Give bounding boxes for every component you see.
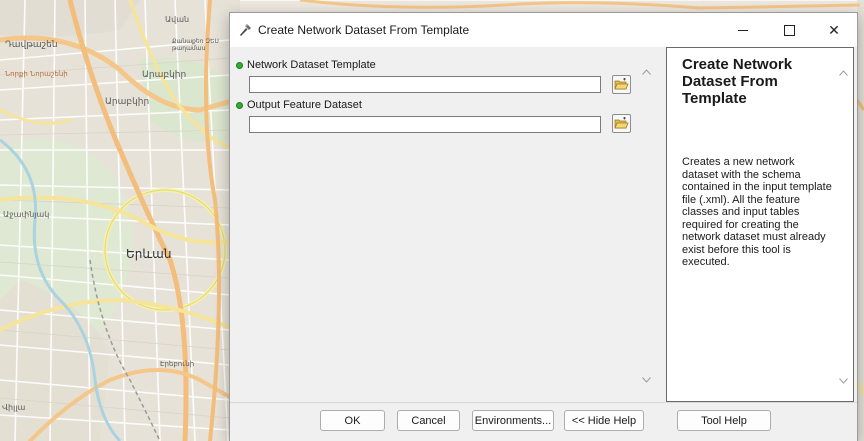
environments-button[interactable]: Environments... (472, 410, 554, 431)
map-label: Վիլլա (2, 403, 26, 412)
hammer-icon (238, 22, 254, 38)
map-label: Արաբկիր (105, 97, 150, 107)
required-indicator-icon (236, 61, 243, 69)
title-bar[interactable]: Create Network Dataset From Template ✕ (230, 13, 857, 47)
ok-button[interactable]: OK (320, 410, 385, 431)
close-icon: ✕ (828, 21, 840, 38)
parameters-scrollbar[interactable] (638, 47, 654, 400)
scroll-down-arrow-icon[interactable] (642, 377, 651, 383)
browse-output-button[interactable] (612, 114, 631, 133)
required-indicator-icon (236, 101, 243, 109)
map-label: Քանաքեռ ԶԵՍ թաղամաս (172, 38, 219, 52)
open-folder-icon (614, 78, 629, 90)
map-label: Ավան (165, 15, 190, 24)
cancel-button[interactable]: Cancel (397, 410, 460, 431)
help-scroll-up-arrow-icon[interactable] (839, 70, 848, 76)
browse-template-button[interactable] (612, 75, 631, 94)
param-label-template: Network Dataset Template (236, 59, 376, 71)
map-label: Արաբկիր (142, 70, 187, 80)
minimize-icon (738, 29, 748, 31)
map-label: Երևան (126, 247, 172, 261)
parameters-pane: Network Dataset Template Output Feature … (231, 47, 664, 400)
param-label-text: Network Dataset Template (247, 59, 376, 71)
help-scroll-down-arrow-icon[interactable] (839, 378, 848, 384)
close-button[interactable]: ✕ (811, 13, 857, 47)
help-pane: Create Network Dataset From Template Cre… (666, 47, 854, 402)
map-label: Նորքի Նորաշենի (5, 70, 68, 78)
open-folder-icon (614, 117, 629, 129)
window-title: Create Network Dataset From Template (258, 23, 470, 37)
maximize-icon (783, 24, 795, 36)
help-title: Create Network Dataset From Template (682, 56, 793, 107)
param-label-text: Output Feature Dataset (247, 99, 362, 111)
scroll-up-arrow-icon[interactable] (642, 69, 651, 75)
map-label: Դավթաշեն (5, 40, 58, 50)
map-label: Աջափնյակ (3, 210, 50, 219)
network-dataset-template-input[interactable] (249, 76, 601, 93)
hide-help-button[interactable]: << Hide Help (564, 410, 644, 431)
maximize-button[interactable] (766, 13, 812, 47)
map-label: Էրեբունի (160, 360, 195, 368)
param-label-output: Output Feature Dataset (236, 99, 362, 111)
tool-help-button[interactable]: Tool Help (677, 410, 771, 431)
dialog-footer: OK Cancel Environments... << Hide Help T… (230, 402, 857, 441)
help-description: Creates a new network dataset with the s… (682, 156, 832, 268)
output-feature-dataset-input[interactable] (249, 116, 601, 133)
tool-dialog: Create Network Dataset From Template ✕ N… (229, 12, 858, 441)
minimize-button[interactable] (720, 13, 766, 47)
